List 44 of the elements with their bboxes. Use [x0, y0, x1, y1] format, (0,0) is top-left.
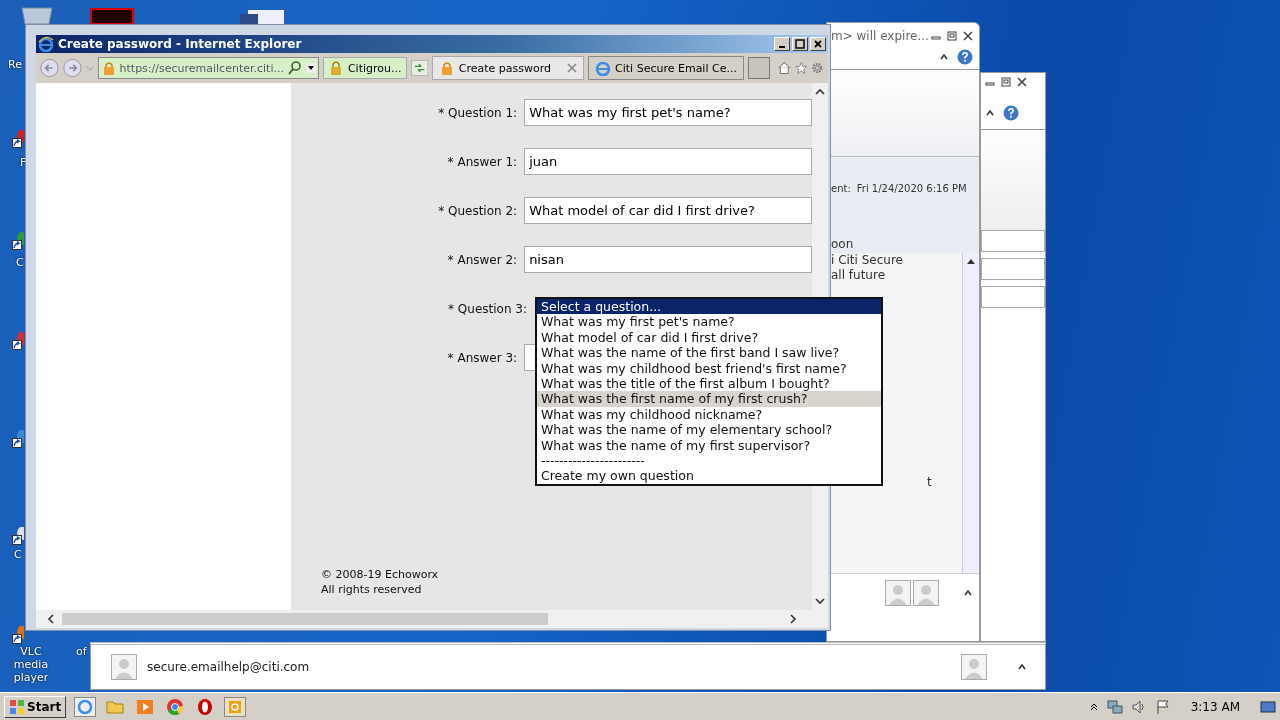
- sent-date: Fri 1/24/2020 6:16 PM: [856, 183, 967, 194]
- dropdown-option[interactable]: What was the name of my elementary school?: [537, 422, 881, 438]
- browser-tab[interactable]: Citi Secure Email Ce...: [588, 56, 744, 80]
- field-label: * Answer 1:: [446, 154, 519, 169]
- question-select[interactable]: What was my first pet's name?: [524, 99, 812, 126]
- field-label: * Question 1:: [437, 105, 519, 120]
- start-button[interactable]: Start: [4, 695, 67, 718]
- desktop-icon-label[interactable]: C: [14, 548, 22, 561]
- field-label: * Answer 3:: [446, 350, 519, 365]
- desktop-icon-label[interactable]: of: [76, 645, 87, 658]
- dropdown-option[interactable]: What was the title of the first album I bought?: [537, 375, 881, 392]
- site-identity-badge[interactable]: Citigrou...: [322, 57, 407, 79]
- dropdown-option[interactable]: Select a question...: [537, 299, 881, 315]
- field-label: * Answer 2:: [446, 252, 519, 267]
- dropdown-option[interactable]: What was the name of my first supervisor?: [537, 437, 881, 453]
- dropdown-option[interactable]: What was my childhood best friend's first name?: [537, 360, 881, 376]
- message-text: t: [927, 475, 932, 490]
- sent-label: ent:: [831, 183, 851, 194]
- dropdown-option[interactable]: What was the first name of my first crush?: [537, 391, 881, 407]
- header-text: oon: [831, 237, 854, 251]
- dropdown-option[interactable]: What was my childhood nickname?: [537, 406, 881, 423]
- dropdown-option[interactable]: What model of car did I first drive?: [537, 329, 881, 346]
- clock[interactable]: 3:13 AM: [1178, 699, 1252, 714]
- copyright-text: © 2008-19 Echoworx: [321, 567, 439, 582]
- desktop-icon-label[interactable]: VLC media player: [6, 645, 56, 684]
- answer-field[interactable]: juan: [524, 148, 812, 175]
- question-select[interactable]: What model of car did I first drive?: [524, 197, 812, 224]
- window-title: Create password - Internet Explorer: [58, 37, 302, 51]
- desktop-icon-label[interactable]: C: [16, 256, 24, 269]
- address-bar[interactable]: https://securemailcenter.citi...: [97, 57, 319, 79]
- message-text: i Citi Secure: [831, 253, 904, 268]
- dropdown-option[interactable]: What was the name of the first band I saw live?: [537, 345, 881, 361]
- dropdown-option[interactable]: -----------------------: [537, 452, 881, 469]
- message-text: all future: [831, 268, 887, 283]
- field-label: * Question 2:: [437, 203, 519, 218]
- dropdown-option[interactable]: Create my own question: [537, 468, 881, 484]
- desktop-icon-label[interactable]: Re: [8, 58, 22, 71]
- copyright-text: All rights reserved: [321, 582, 423, 597]
- window-title: m> will expire...: [831, 29, 929, 43]
- browser-tab[interactable]: Create password: [431, 56, 585, 80]
- answer-field[interactable]: nisan: [524, 246, 812, 273]
- field-label: * Question 3:: [447, 301, 528, 316]
- dropdown-option[interactable]: What was my first pet's name?: [537, 314, 881, 330]
- sender-address: secure.emailhelp@citi.com: [147, 660, 311, 674]
